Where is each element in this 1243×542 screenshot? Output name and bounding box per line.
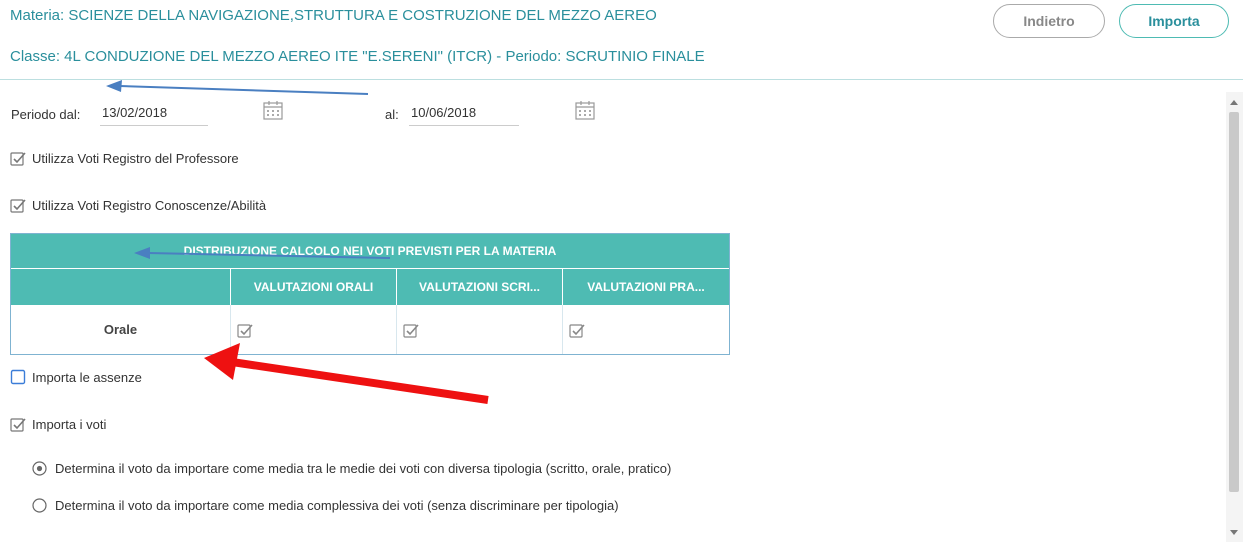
period-to-label: al:	[385, 107, 399, 122]
period-to-input[interactable]	[409, 100, 519, 126]
back-button[interactable]: Indietro	[993, 4, 1105, 38]
radio-unselected-icon[interactable]	[32, 498, 47, 513]
grade-mode-option-1-label: Determina il voto da importare come medi…	[55, 461, 672, 476]
class-period-title: Classe: 4L CONDUZIONE DEL MEZZO AEREO IT…	[10, 48, 705, 65]
checked-checkbox-icon[interactable]	[237, 322, 253, 338]
grade-mode-option-2-label: Determina il voto da importare come medi…	[55, 498, 619, 513]
header-divider	[0, 79, 1243, 80]
import-absences-label: Importa le assenze	[32, 369, 142, 385]
checked-checkbox-icon[interactable]	[10, 150, 26, 166]
grade-mode-option-1[interactable]: Determina il voto da importare come medi…	[32, 461, 671, 476]
calendar-icon[interactable]	[574, 99, 596, 121]
checked-checkbox-icon[interactable]	[10, 416, 26, 432]
cell-written[interactable]	[397, 305, 563, 354]
distribution-table-title: DISTRIBUZIONE CALCOLO NEI VOTI PREVISTI …	[11, 234, 729, 269]
table-header-row: VALUTAZIONI ORALI VALUTAZIONI SCRI... VA…	[11, 269, 729, 305]
import-absences-option[interactable]: Importa le assenze	[10, 369, 142, 385]
checked-checkbox-icon[interactable]	[403, 322, 419, 338]
unchecked-checkbox-icon[interactable]	[10, 369, 26, 385]
cell-oral[interactable]	[231, 305, 397, 354]
scrollbar-thumb[interactable]	[1229, 112, 1239, 492]
radio-selected-icon[interactable]	[32, 461, 47, 476]
grade-mode-option-2[interactable]: Determina il voto da importare come medi…	[32, 498, 619, 513]
use-knowledge-register-option[interactable]: Utilizza Voti Registro Conoscenze/Abilit…	[10, 197, 266, 213]
import-button[interactable]: Importa	[1119, 4, 1229, 38]
use-knowledge-register-label: Utilizza Voti Registro Conoscenze/Abilit…	[32, 197, 267, 213]
scroll-down-icon[interactable]	[1230, 530, 1238, 535]
calendar-icon[interactable]	[262, 99, 284, 121]
checked-checkbox-icon[interactable]	[10, 197, 26, 213]
scroll-up-icon[interactable]	[1230, 100, 1238, 105]
column-header-oral[interactable]: VALUTAZIONI ORALI	[231, 269, 397, 305]
import-grades-option[interactable]: Importa i voti	[10, 416, 106, 432]
import-grades-label: Importa i voti	[32, 416, 107, 432]
column-header-written[interactable]: VALUTAZIONI SCRI...	[397, 269, 563, 305]
blue-arrow-icon	[106, 80, 369, 95]
checked-checkbox-icon[interactable]	[569, 322, 585, 338]
period-from-input[interactable]	[100, 100, 208, 126]
subject-title: Materia: SCIENZE DELLA NAVIGAZIONE,STRUT…	[10, 7, 657, 24]
column-header-practical[interactable]: VALUTAZIONI PRA...	[563, 269, 729, 305]
use-teacher-register-option[interactable]: Utilizza Voti Registro del Professore	[10, 150, 239, 166]
use-teacher-register-label: Utilizza Voti Registro del Professore	[32, 150, 239, 166]
table-row: Orale	[11, 305, 729, 354]
column-header-empty	[11, 269, 231, 305]
row-label-orale: Orale	[11, 305, 231, 354]
distribution-table: DISTRIBUZIONE CALCOLO NEI VOTI PREVISTI …	[10, 233, 730, 355]
cell-practical[interactable]	[563, 305, 729, 354]
period-from-label: Periodo dal:	[11, 107, 81, 122]
